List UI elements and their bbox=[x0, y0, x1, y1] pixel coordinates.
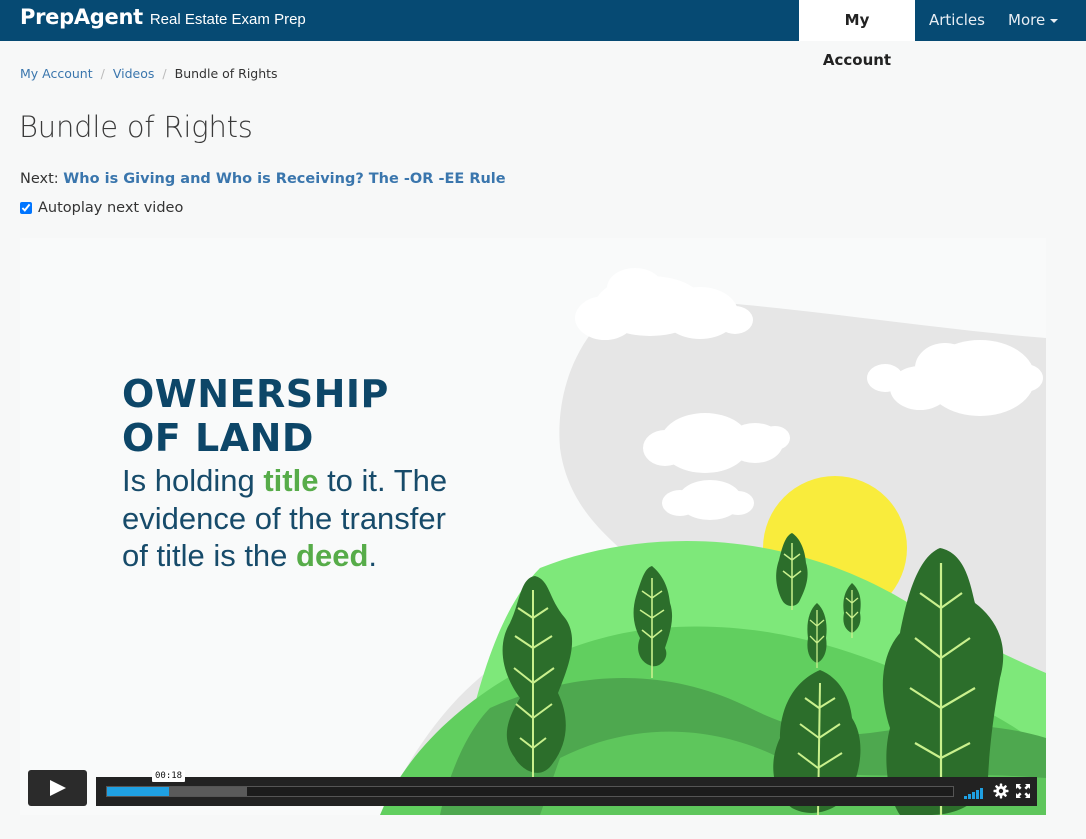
slide-text: OWNERSHIP OF LAND Is holding title to it… bbox=[122, 372, 542, 575]
caret-down-icon bbox=[1050, 18, 1059, 23]
nav-menu: My Account Articles More bbox=[799, 0, 1086, 69]
progress-bar[interactable] bbox=[106, 786, 954, 797]
autoplay-label: Autoplay next video bbox=[38, 200, 184, 216]
brand-subtitle: Real Estate Exam Prep bbox=[149, 11, 306, 28]
slide-heading-line-2: OF LAND bbox=[122, 416, 314, 460]
played-fill bbox=[107, 787, 169, 796]
slide-keyword-deed: deed bbox=[296, 538, 369, 573]
volume-icon[interactable] bbox=[964, 787, 986, 799]
breadcrumb-link-videos[interactable]: Videos bbox=[113, 66, 155, 81]
nav-item-articles[interactable]: Articles bbox=[915, 0, 994, 41]
breadcrumb-link-my-account[interactable]: My Account bbox=[20, 66, 93, 81]
slide-body-end: . bbox=[368, 538, 378, 573]
breadcrumb-separator: / bbox=[100, 66, 105, 81]
next-prefix: Next: bbox=[20, 171, 59, 187]
brand-logo[interactable]: PrepAgent Real Estate Exam Prep bbox=[20, 5, 306, 35]
slide-body: Is holding title to it. The evidence of … bbox=[122, 462, 452, 575]
fullscreen-icon[interactable] bbox=[1016, 784, 1030, 798]
nav-item-more-label: More bbox=[1008, 11, 1046, 29]
autoplay-toggle[interactable]: Autoplay next video bbox=[20, 200, 183, 216]
slide-keyword-title: title bbox=[263, 463, 319, 498]
slide-heading-line-1: OWNERSHIP bbox=[122, 372, 389, 416]
video-player[interactable]: OWNERSHIP OF LAND Is holding title to it… bbox=[20, 238, 1046, 815]
slide-heading: OWNERSHIP OF LAND bbox=[122, 372, 542, 460]
play-icon bbox=[50, 780, 66, 796]
brand-name[interactable]: PrepAgent bbox=[20, 5, 143, 29]
next-video-line: Next: Who is Giving and Who is Receiving… bbox=[20, 171, 506, 187]
slide-body-part-1: Is holding bbox=[122, 463, 264, 498]
nav-item-my-account[interactable]: My Account bbox=[799, 0, 915, 69]
top-navbar: PrepAgent Real Estate Exam Prep My Accou… bbox=[0, 0, 1086, 69]
autoplay-checkbox[interactable] bbox=[20, 202, 32, 214]
next-video-link[interactable]: Who is Giving and Who is Receiving? The … bbox=[63, 171, 505, 187]
breadcrumb-separator: / bbox=[162, 66, 167, 81]
page-title: Bundle of Rights bbox=[19, 110, 253, 144]
breadcrumb: My Account / Videos / Bundle of Rights bbox=[20, 66, 278, 81]
time-tooltip: 00:18 bbox=[152, 770, 186, 782]
play-button[interactable] bbox=[28, 770, 87, 806]
player-control-bar bbox=[96, 777, 1037, 806]
nav-item-more-dropdown[interactable]: More bbox=[994, 0, 1086, 41]
breadcrumb-current: Bundle of Rights bbox=[174, 66, 278, 81]
settings-gear-icon[interactable] bbox=[993, 783, 1009, 799]
